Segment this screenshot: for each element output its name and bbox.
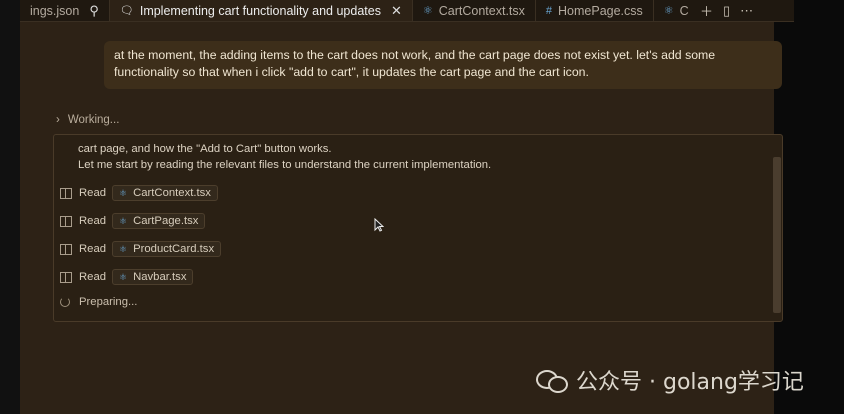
watermark: 公众号 · golang学习记	[536, 364, 804, 396]
chat-icon: 🗨	[119, 5, 134, 17]
read-label: Read	[79, 215, 107, 227]
mouse-cursor-icon	[374, 218, 384, 232]
react-icon: ⚛	[119, 271, 128, 282]
preparing-status: Preparing...	[60, 296, 137, 308]
file-name: ProductCard.tsx	[133, 243, 215, 255]
file-chip[interactable]: ⚛ CartContext.tsx	[112, 185, 218, 201]
file-chip[interactable]: ⚛ Navbar.tsx	[112, 269, 194, 285]
read-row: Read ⚛ CartContext.tsx	[60, 185, 218, 201]
tab-cartcontext[interactable]: ⚛ CartContext.tsx	[413, 0, 536, 21]
tab-label: Implementing cart functionality and upda…	[139, 3, 381, 18]
tab-actions: ＋ ▯ ⋯	[694, 0, 754, 21]
read-label: Read	[79, 271, 107, 283]
hash-icon: #	[545, 4, 553, 17]
chat-editor: ings.json ⚲ 🗨 Implementing cart function…	[20, 0, 794, 414]
scrollbar[interactable]	[773, 157, 781, 313]
pin-icon[interactable]: ⚲	[89, 3, 99, 19]
react-icon: ⚛	[119, 243, 128, 254]
react-icon: ⚛	[119, 215, 128, 226]
right-margin	[774, 0, 844, 414]
file-name: CartContext.tsx	[133, 187, 211, 199]
split-icon[interactable]: ▯	[723, 3, 730, 19]
preparing-label: Preparing...	[79, 296, 138, 308]
tab-overflow[interactable]: ⚛ C	[654, 0, 700, 21]
tab-chat[interactable]: 🗨 Implementing cart functionality and up…	[109, 0, 413, 21]
tab-label: CartContext.tsx	[438, 3, 525, 18]
book-icon	[60, 188, 72, 199]
react-icon: ⚛	[119, 187, 128, 198]
book-icon	[60, 272, 72, 283]
tab-label: C	[679, 3, 689, 18]
read-row: Read ⚛ CartPage.tsx	[60, 213, 206, 229]
user-message: at the moment, the adding items to the c…	[104, 41, 782, 89]
file-chip[interactable]: ⚛ ProductCard.tsx	[112, 241, 222, 257]
working-toggle[interactable]: › Working...	[56, 114, 119, 126]
file-name: Navbar.tsx	[133, 271, 187, 283]
react-icon: ⚛	[663, 5, 674, 17]
left-activity-bar	[0, 0, 20, 414]
more-icon[interactable]: ⋯	[740, 3, 753, 19]
wechat-icon	[536, 368, 570, 393]
watermark-text: 公众号 · golang学习记	[576, 370, 804, 395]
plus-icon[interactable]: ＋	[700, 1, 713, 20]
chevron-right-icon: ›	[56, 114, 60, 126]
book-icon	[60, 244, 72, 255]
read-row: Read ⚛ ProductCard.tsx	[60, 241, 222, 257]
file-name: CartPage.tsx	[133, 215, 199, 227]
tab-homepage-css[interactable]: # HomePage.css	[536, 0, 654, 21]
truncated-line: cart page, and how the "Add to Cart" but…	[78, 143, 332, 155]
close-icon[interactable]: ✕	[391, 3, 402, 19]
read-row: Read ⚛ Navbar.tsx	[60, 269, 194, 285]
agent-panel: cart page, and how the "Add to Cart" but…	[53, 134, 783, 322]
tab-label: ings.json	[30, 3, 80, 18]
tab-settings-json[interactable]: ings.json ⚲	[20, 0, 110, 21]
spinner-icon	[60, 297, 70, 307]
tab-label: HomePage.css	[558, 3, 643, 18]
intro-line: Let me start by reading the relevant fil…	[78, 159, 492, 171]
book-icon	[60, 216, 72, 227]
working-label: Working...	[67, 114, 120, 126]
app-window: ings.json ⚲ 🗨 Implementing cart function…	[0, 0, 844, 414]
react-icon: ⚛	[422, 5, 433, 17]
agent-text: cart page, and how the "Add to Cart" but…	[78, 141, 768, 173]
read-label: Read	[79, 243, 107, 255]
tab-bar: ings.json ⚲ 🗨 Implementing cart function…	[20, 0, 794, 22]
read-label: Read	[79, 187, 107, 199]
file-chip[interactable]: ⚛ CartPage.tsx	[112, 213, 206, 229]
